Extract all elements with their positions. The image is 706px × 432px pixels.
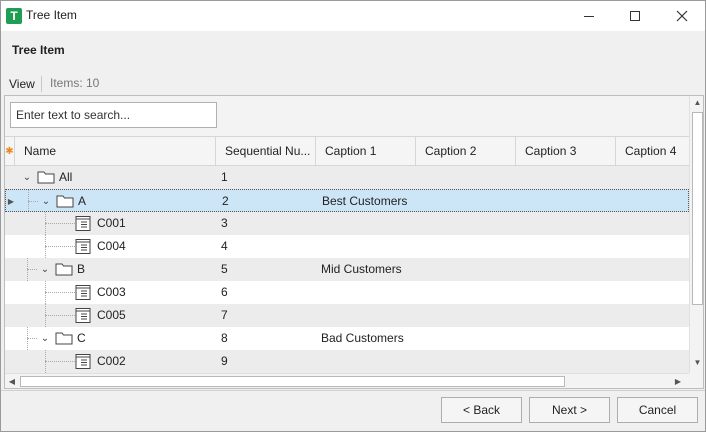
horizontal-scrollbar[interactable]: ◀ ▶: [5, 373, 689, 388]
tree-connector: [45, 223, 75, 224]
cell-sequential-number: 2: [222, 194, 229, 208]
scroll-left-icon[interactable]: ◀: [5, 374, 19, 388]
tree-connector: [45, 292, 75, 293]
cell-name: C002: [97, 354, 126, 368]
scroll-right-icon[interactable]: ▶: [671, 374, 685, 388]
dialog-header: Tree Item: [1, 31, 705, 73]
tree-connector: [45, 315, 75, 316]
chevron-down-icon[interactable]: ⌄: [39, 327, 51, 350]
cell-sequential-number: 1: [221, 170, 228, 184]
cell-sequential-number: 8: [221, 331, 228, 345]
vertical-scroll-thumb[interactable]: [692, 112, 703, 305]
tree-row[interactable]: ⌄ All 1: [5, 166, 689, 189]
cell-sequential-number: 7: [221, 308, 228, 322]
tree-item-window: T Tree Item Tree Item View Items: 10 ✱ N…: [0, 0, 706, 432]
tree-connector: [27, 338, 37, 339]
tree-row[interactable]: C002 9: [5, 350, 689, 373]
item-icon: [75, 216, 91, 234]
tree-connector: [45, 350, 46, 373]
item-icon: [75, 308, 91, 326]
folder-icon: [55, 331, 73, 348]
tree-connector: [45, 281, 46, 304]
close-icon: [676, 10, 688, 22]
toolbar-divider: [41, 76, 42, 92]
tree-rows: ⌄ All 1 ▶ ⌄ A 2 Best Customers C001 3 C004 4 ⌄ B 5 Mid …: [5, 166, 689, 373]
footer-divider: [1, 390, 705, 391]
tree-row[interactable]: C005 7: [5, 304, 689, 327]
cell-sequential-number: 6: [221, 285, 228, 299]
cancel-button[interactable]: Cancel: [617, 397, 698, 423]
cell-caption-1: Bad Customers: [321, 331, 404, 345]
cell-caption-1: Best Customers: [322, 194, 408, 208]
tree-connector: [45, 212, 46, 235]
cell-name: C001: [97, 216, 126, 230]
column-header-caption-1[interactable]: Caption 1: [316, 137, 416, 166]
vertical-scrollbar[interactable]: ▲ ▼: [689, 96, 703, 373]
tree-row[interactable]: C004 4: [5, 235, 689, 258]
cell-name: C: [77, 331, 86, 345]
folder-icon: [56, 194, 74, 211]
cell-caption-1: Mid Customers: [321, 262, 402, 276]
tree-connector: [28, 201, 38, 202]
tree-connector: [27, 327, 28, 350]
close-button[interactable]: [659, 1, 705, 31]
tree-connector: [45, 304, 46, 327]
tree-connector: [28, 190, 29, 213]
tree-row[interactable]: C003 6: [5, 281, 689, 304]
item-icon: [75, 285, 91, 303]
items-count: Items: 10: [50, 76, 100, 90]
column-header-name[interactable]: Name: [15, 137, 216, 166]
app-logo-icon: T: [6, 8, 22, 24]
window-title: Tree Item: [26, 8, 77, 22]
cell-name: B: [77, 262, 86, 276]
column-header-sequential-number[interactable]: Sequential Nu...: [216, 137, 316, 166]
column-header-caption-3[interactable]: Caption 3: [516, 137, 616, 166]
scroll-up-icon[interactable]: ▲: [690, 96, 703, 110]
item-icon: [75, 354, 91, 372]
folder-icon: [55, 262, 73, 279]
minimize-icon: [584, 16, 594, 17]
maximize-button[interactable]: [612, 1, 658, 31]
tree-grid: ✱ Name Sequential Nu... Caption 1 Captio…: [4, 95, 704, 389]
cell-sequential-number: 9: [221, 354, 228, 368]
minimize-button[interactable]: [566, 1, 612, 31]
new-row-marker-icon: ✱: [5, 137, 15, 166]
tree-connector: [27, 258, 28, 281]
chevron-down-icon[interactable]: ⌄: [39, 258, 51, 281]
row-indicator-icon: ▶: [7, 197, 15, 206]
scroll-down-icon[interactable]: ▼: [690, 356, 703, 370]
cell-sequential-number: 5: [221, 262, 228, 276]
view-toolbar: View Items: 10: [1, 73, 705, 95]
maximize-icon: [630, 11, 640, 21]
cell-name: C003: [97, 285, 126, 299]
chevron-down-icon[interactable]: ⌄: [40, 190, 52, 213]
cell-name: C005: [97, 308, 126, 322]
view-menu[interactable]: View: [9, 77, 35, 91]
cell-name: C004: [97, 239, 126, 253]
page-title: Tree Item: [12, 43, 65, 57]
folder-icon: [37, 170, 55, 187]
tree-row[interactable]: ▶ ⌄ A 2 Best Customers: [5, 189, 689, 213]
tree-row[interactable]: C001 3: [5, 212, 689, 235]
title-bar[interactable]: T Tree Item: [1, 1, 705, 31]
tree-connector: [45, 235, 46, 258]
column-header-caption-2[interactable]: Caption 2: [416, 137, 516, 166]
item-icon: [75, 239, 91, 257]
column-header-row: ✱ Name Sequential Nu... Caption 1 Captio…: [5, 136, 689, 166]
back-button[interactable]: < Back: [441, 397, 522, 423]
cell-name: All: [59, 170, 73, 184]
search-input[interactable]: [10, 102, 217, 128]
cell-sequential-number: 4: [221, 239, 228, 253]
cell-name: A: [78, 194, 87, 208]
tree-row[interactable]: ⌄ C 8 Bad Customers: [5, 327, 689, 350]
tree-connector: [45, 246, 75, 247]
chevron-down-icon[interactable]: ⌄: [21, 166, 33, 189]
tree-connector: [45, 361, 75, 362]
cell-sequential-number: 3: [221, 216, 228, 230]
horizontal-scroll-thumb[interactable]: [20, 376, 565, 387]
tree-row[interactable]: ⌄ B 5 Mid Customers: [5, 258, 689, 281]
tree-connector: [27, 269, 37, 270]
column-header-caption-4[interactable]: Caption 4: [616, 137, 696, 166]
next-button[interactable]: Next >: [529, 397, 610, 423]
